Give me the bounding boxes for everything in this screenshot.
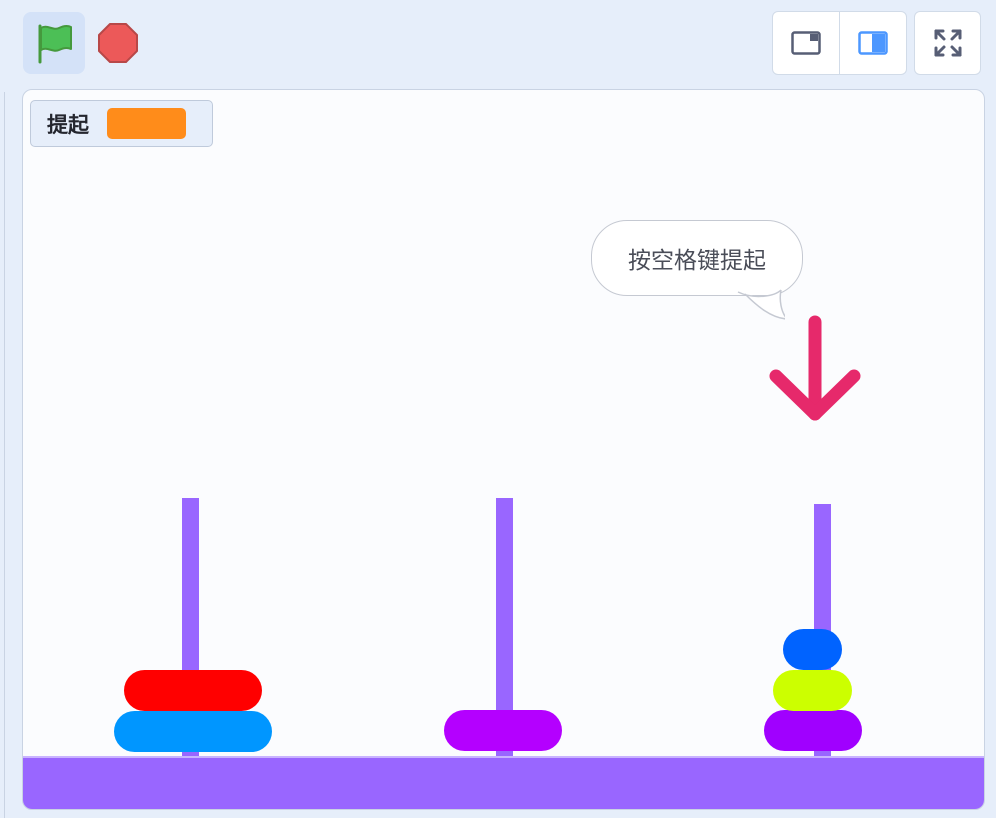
- fullscreen-icon: [934, 29, 961, 57]
- large-stage-button[interactable]: [839, 12, 906, 74]
- speech-bubble: 按空格键提起: [591, 220, 803, 296]
- editor-edge: [0, 92, 5, 818]
- ground: [23, 756, 984, 809]
- variable-monitor: 提起: [30, 100, 213, 147]
- disc-left-bottom[interactable]: [114, 711, 272, 752]
- variable-name: 提起: [47, 112, 89, 137]
- stop-button[interactable]: [93, 18, 143, 68]
- disc-right-bottom[interactable]: [764, 710, 862, 751]
- stage-window: 提起 按空格键提起: [0, 0, 996, 818]
- stage[interactable]: 提起 按空格键提起: [22, 89, 985, 810]
- fullscreen-button[interactable]: [914, 11, 981, 75]
- disc-middle[interactable]: [444, 710, 562, 751]
- disc-left-top[interactable]: [124, 670, 262, 711]
- variable-value: [107, 108, 186, 139]
- speech-text: 按空格键提起: [628, 248, 766, 274]
- stage-size-toggle: [772, 11, 907, 75]
- large-stage-layout-icon: [858, 31, 888, 55]
- green-flag-button[interactable]: [23, 12, 85, 74]
- small-stage-button[interactable]: [773, 12, 839, 74]
- down-arrow-icon: [769, 315, 861, 421]
- stop-sign-icon: [98, 23, 138, 63]
- small-stage-layout-icon: [791, 31, 821, 55]
- green-flag-icon: [38, 24, 72, 64]
- disc-right-top[interactable]: [783, 629, 842, 670]
- disc-right-middle[interactable]: [773, 670, 852, 711]
